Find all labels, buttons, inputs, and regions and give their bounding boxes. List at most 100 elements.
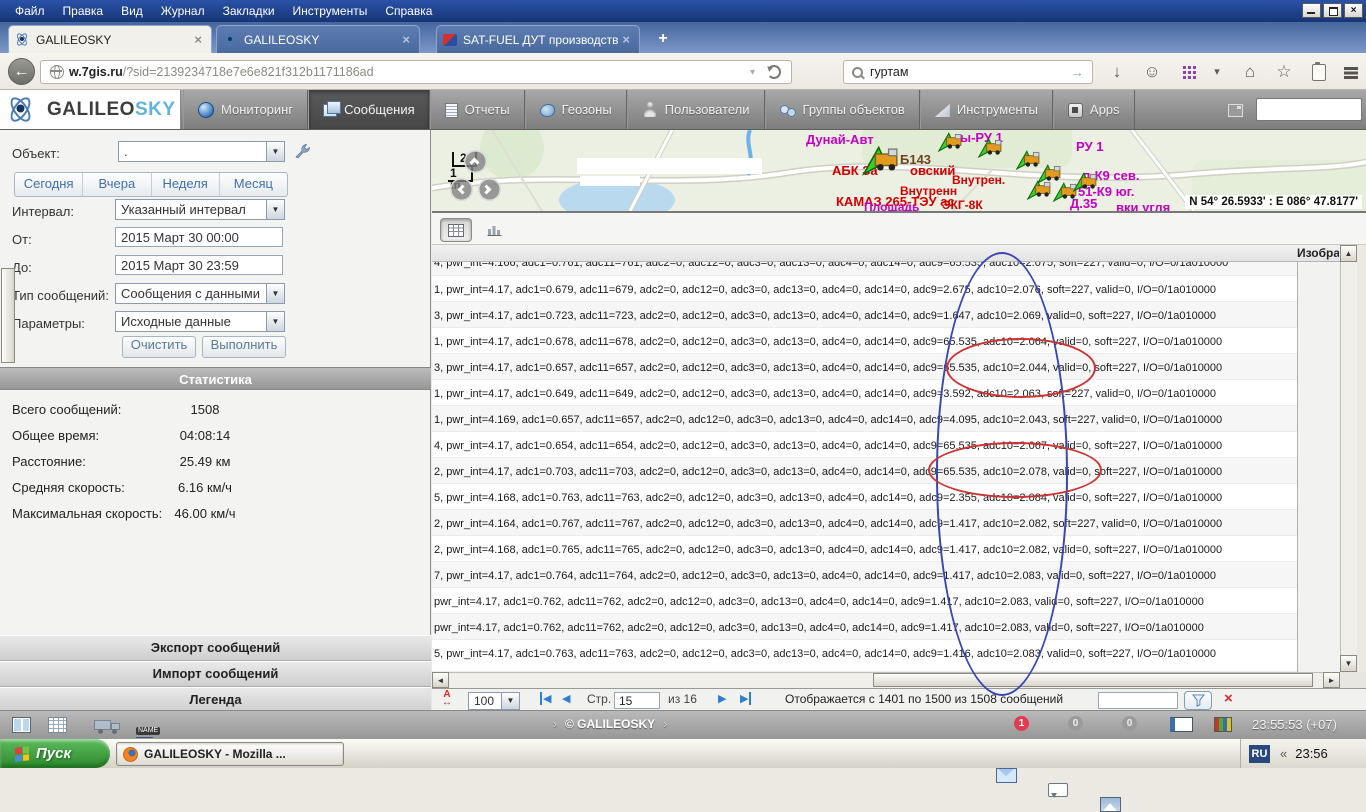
- chevron-down-icon[interactable]: ▼: [501, 693, 519, 709]
- map-pan-left-button[interactable]: [450, 178, 473, 201]
- downloads-icon[interactable]: ↓: [1105, 62, 1129, 82]
- vehicle-marker[interactable]: [861, 143, 903, 176]
- table-row[interactable]: 2, pwr_int=4.17, adc1=0.703, adc11=703, …: [432, 458, 1297, 484]
- app-nav-item[interactable]: Мониторинг: [183, 90, 308, 129]
- table-row[interactable]: pwr_int=4.17, adc1=0.762, adc11=762, adc…: [432, 588, 1297, 614]
- app-nav-item[interactable]: Инструменты: [920, 90, 1053, 129]
- map[interactable]: Дунай-Авты-РУ 1РУ 1Б143АБК ЗаовскийВнутр…: [432, 130, 1366, 213]
- scroll-up-icon[interactable]: ▲: [1340, 245, 1357, 262]
- parameters-select[interactable]: Исходные данные ▼: [115, 311, 285, 332]
- menu-item[interactable]: Журнал: [152, 2, 214, 20]
- messages-envelope-icon[interactable]: [996, 768, 1017, 783]
- table-row[interactable]: 1, pwr_int=4.169, adc1=0.657, adc11=657,…: [432, 406, 1297, 432]
- table-row[interactable]: 5, pwr_int=4.168, adc1=0.763, adc11=763,…: [432, 484, 1297, 510]
- tray-clock[interactable]: 23:56: [1295, 746, 1328, 761]
- menu-item[interactable]: Вид: [112, 2, 152, 20]
- object-settings-wrench-icon[interactable]: [293, 142, 313, 165]
- quick-range-button[interactable]: Месяц: [220, 173, 287, 196]
- page-number-input[interactable]: [614, 692, 660, 709]
- vertical-scrollbar[interactable]: [1340, 245, 1357, 672]
- menu-item[interactable]: Закладки: [214, 2, 284, 20]
- next-page-button[interactable]: ▶: [718, 692, 726, 705]
- table-row[interactable]: 5, pwr_int=4.17, adc1=0.763, adc11=763, …: [432, 640, 1297, 672]
- truck-icon-disabled[interactable]: [94, 717, 121, 734]
- chevron-down-icon[interactable]: ▼: [266, 200, 284, 219]
- horizontal-scroll-thumb[interactable]: [873, 673, 1313, 687]
- home-icon[interactable]: ⌂: [1238, 62, 1262, 82]
- clear-filter-x-icon[interactable]: ×: [1224, 690, 1233, 707]
- vertical-scroll-thumb[interactable]: [1, 268, 15, 363]
- search-go-icon[interactable]: →: [1062, 64, 1092, 80]
- map-zoom-up-button[interactable]: [464, 150, 487, 173]
- last-page-button[interactable]: ▶: [740, 692, 751, 705]
- feedback-smiley-icon[interactable]: ☺: [1140, 62, 1164, 82]
- search-bar[interactable]: гуртам →: [843, 60, 1093, 84]
- photos-icon[interactable]: [1100, 797, 1121, 812]
- language-indicator[interactable]: RU: [1249, 745, 1270, 763]
- to-input[interactable]: [115, 255, 283, 275]
- tab-close-icon[interactable]: ×: [399, 32, 413, 47]
- app-nav-item[interactable]: Apps: [1053, 90, 1135, 129]
- new-tab-button[interactable]: +: [650, 29, 676, 49]
- table-row[interactable]: 4, pwr_int=4.166, adc1=0.761, adc11=761,…: [432, 262, 1297, 276]
- table-row[interactable]: pwr_int=4.17, adc1=0.762, adc11=762, adc…: [432, 614, 1297, 640]
- browser-tab[interactable]: GALILEOSKY ×: [216, 25, 420, 53]
- user-login-box[interactable]: [1256, 98, 1362, 121]
- from-input[interactable]: [115, 227, 283, 247]
- vehicle-marker[interactable]: [977, 136, 1005, 158]
- table-row[interactable]: 3, pwr_int=4.17, adc1=0.657, adc11=657, …: [432, 354, 1297, 380]
- filter-button[interactable]: [1184, 691, 1212, 710]
- app-nav-item[interactable]: Отчеты: [430, 90, 525, 129]
- table-row[interactable]: 1, pwr_int=4.17, adc1=0.649, adc11=649, …: [432, 380, 1297, 406]
- close-button[interactable]: ×: [1344, 3, 1363, 18]
- collapse-window-icon[interactable]: [1228, 104, 1243, 117]
- table-row[interactable]: 4, pwr_int=4.17, adc1=0.654, adc11=654, …: [432, 432, 1297, 458]
- table-row[interactable]: 2, pwr_int=4.164, adc1=0.767, adc11=767,…: [432, 510, 1297, 536]
- first-page-button[interactable]: ◀: [540, 692, 551, 705]
- toolbar-caret-icon[interactable]: ▾: [1205, 65, 1229, 78]
- minimize-button[interactable]: [1302, 3, 1321, 18]
- chevron-down-icon[interactable]: ▼: [266, 312, 284, 331]
- start-button[interactable]: Пуск: [0, 739, 110, 768]
- panel-section-header[interactable]: Импорт сообщений: [0, 661, 431, 687]
- taskbar-task-button[interactable]: GALILEOSKY - Mozilla ...: [116, 742, 344, 766]
- chart-view-button[interactable]: [478, 218, 510, 242]
- chat-icon[interactable]: [1048, 783, 1068, 797]
- address-bar[interactable]: w.7gis.ru/?sid=2139234718e7e6e821f312b11…: [40, 60, 792, 84]
- chevron-down-icon[interactable]: ▼: [266, 284, 284, 303]
- filter-input[interactable]: [1098, 692, 1178, 709]
- panel-section-header[interactable]: Экспорт сообщений: [0, 635, 431, 661]
- table-row[interactable]: 1, pwr_int=4.17, adc1=0.678, adc11=678, …: [432, 328, 1297, 354]
- app-nav-item[interactable]: Геозоны: [525, 90, 627, 129]
- back-button[interactable]: ←: [8, 58, 35, 85]
- table-row[interactable]: 1, pwr_int=4.17, adc1=0.679, adc11=679, …: [432, 276, 1297, 302]
- clear-button[interactable]: Очистить: [122, 336, 196, 358]
- table-row[interactable]: 7, pwr_int=4.17, adc1=0.764, adc11=764, …: [432, 562, 1297, 588]
- map-pan-right-button[interactable]: [478, 178, 501, 201]
- quick-range-button[interactable]: Сегодня: [15, 173, 83, 196]
- message-type-select[interactable]: Сообщения с данными ▼: [115, 283, 285, 304]
- quick-range-button[interactable]: Неделя: [152, 173, 220, 196]
- interval-select[interactable]: Указанный интервал ▼: [115, 199, 285, 220]
- object-select[interactable]: . ▼: [118, 141, 285, 162]
- legend-icon[interactable]: [1214, 717, 1232, 732]
- url-dropdown-icon[interactable]: ▾: [744, 67, 761, 78]
- scroll-left-icon[interactable]: ◄: [432, 672, 449, 688]
- panel-toggle-icon[interactable]: [12, 717, 31, 733]
- chevron-down-icon[interactable]: ▼: [266, 142, 284, 161]
- menu-item[interactable]: Правка: [54, 2, 113, 20]
- quick-range-button[interactable]: Вчера: [83, 173, 151, 196]
- tab-close-icon[interactable]: ×: [619, 32, 633, 47]
- app-nav-item[interactable]: Группы объектов: [765, 90, 920, 129]
- menu-hamburger-icon[interactable]: [1344, 67, 1358, 70]
- reload-icon[interactable]: [767, 65, 781, 79]
- bookmark-star-icon[interactable]: ☆: [1272, 62, 1296, 82]
- vehicle-marker[interactable]: [1072, 170, 1100, 192]
- restore-button[interactable]: [1323, 3, 1342, 18]
- vehicle-marker[interactable]: [937, 130, 965, 152]
- menu-item[interactable]: Файл: [6, 2, 54, 20]
- sort-icon[interactable]: A ↔: [442, 691, 452, 707]
- table-row[interactable]: 3, pwr_int=4.17, adc1=0.723, adc11=723, …: [432, 302, 1297, 328]
- app-nav-item[interactable]: Сообщения: [308, 90, 430, 129]
- app-nav-item[interactable]: Пользователи: [627, 90, 765, 129]
